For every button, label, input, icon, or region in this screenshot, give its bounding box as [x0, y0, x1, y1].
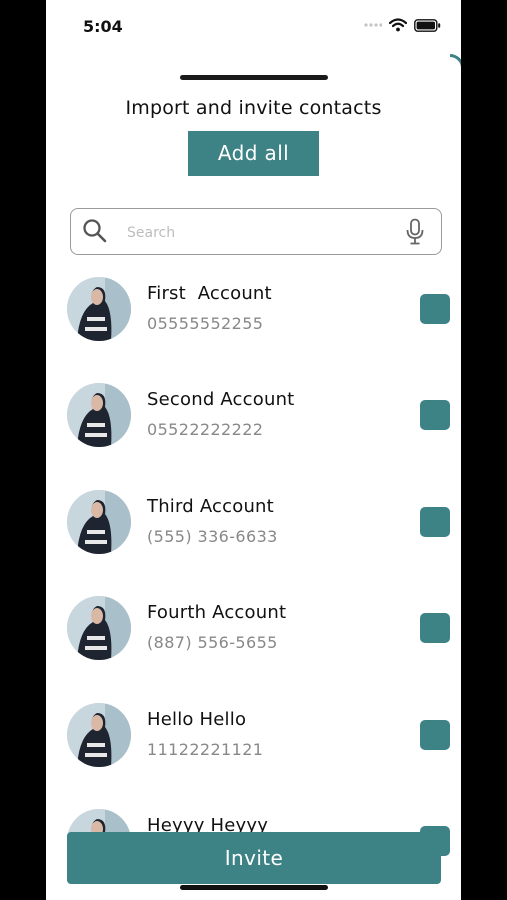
sheet-title: Import and invite contacts	[125, 97, 382, 119]
microphone-icon[interactable]	[405, 218, 425, 246]
avatar	[67, 703, 131, 767]
contact-row[interactable]: Third Account (555) 336-6633	[46, 490, 461, 580]
contact-name: Second Account	[147, 389, 295, 410]
contact-phone: (887) 556-5655	[147, 633, 278, 652]
status-time: 5:04	[83, 17, 123, 36]
sheet-drag-handle[interactable]	[180, 75, 328, 80]
contact-row[interactable]: Second Account 05522222222	[46, 383, 461, 473]
contact-name: Fourth Account	[147, 602, 287, 623]
avatar	[67, 596, 131, 660]
signal-icon	[364, 23, 382, 27]
contact-checkbox[interactable]	[420, 720, 450, 750]
search-icon	[83, 219, 107, 243]
contact-row[interactable]: Fourth Account (887) 556-5655	[46, 596, 461, 686]
avatar	[67, 383, 131, 447]
contact-name: Hello Hello	[147, 709, 247, 730]
contact-checkbox[interactable]	[420, 294, 450, 324]
sheet-corner	[450, 54, 461, 68]
invite-button[interactable]: Invite	[67, 832, 441, 884]
battery-icon	[414, 18, 441, 32]
contact-checkbox[interactable]	[420, 507, 450, 537]
search-input[interactable]	[125, 221, 389, 245]
contact-phone: 11122221121	[147, 740, 264, 759]
add-all-button[interactable]: Add all	[188, 131, 319, 176]
contact-name: First Account	[147, 283, 272, 304]
contact-checkbox[interactable]	[420, 400, 450, 430]
contact-phone: (555) 336-6633	[147, 527, 278, 546]
contact-name: Third Account	[147, 496, 274, 517]
wifi-icon	[389, 18, 407, 32]
status-bar: 5:04	[46, 0, 461, 54]
contact-phone: 05555552255	[147, 314, 264, 333]
app-screen: 5:04 Import and invite contacts Add all	[46, 0, 461, 900]
contact-phone: 05522222222	[147, 420, 264, 439]
search-bar[interactable]	[70, 208, 442, 255]
contact-row[interactable]: First Account 05555552255	[46, 277, 461, 367]
avatar	[67, 277, 131, 341]
avatar	[67, 490, 131, 554]
contact-row[interactable]: Hello Hello 11122221121	[46, 703, 461, 793]
status-icons	[364, 18, 441, 32]
home-indicator	[180, 885, 328, 890]
contact-checkbox[interactable]	[420, 613, 450, 643]
